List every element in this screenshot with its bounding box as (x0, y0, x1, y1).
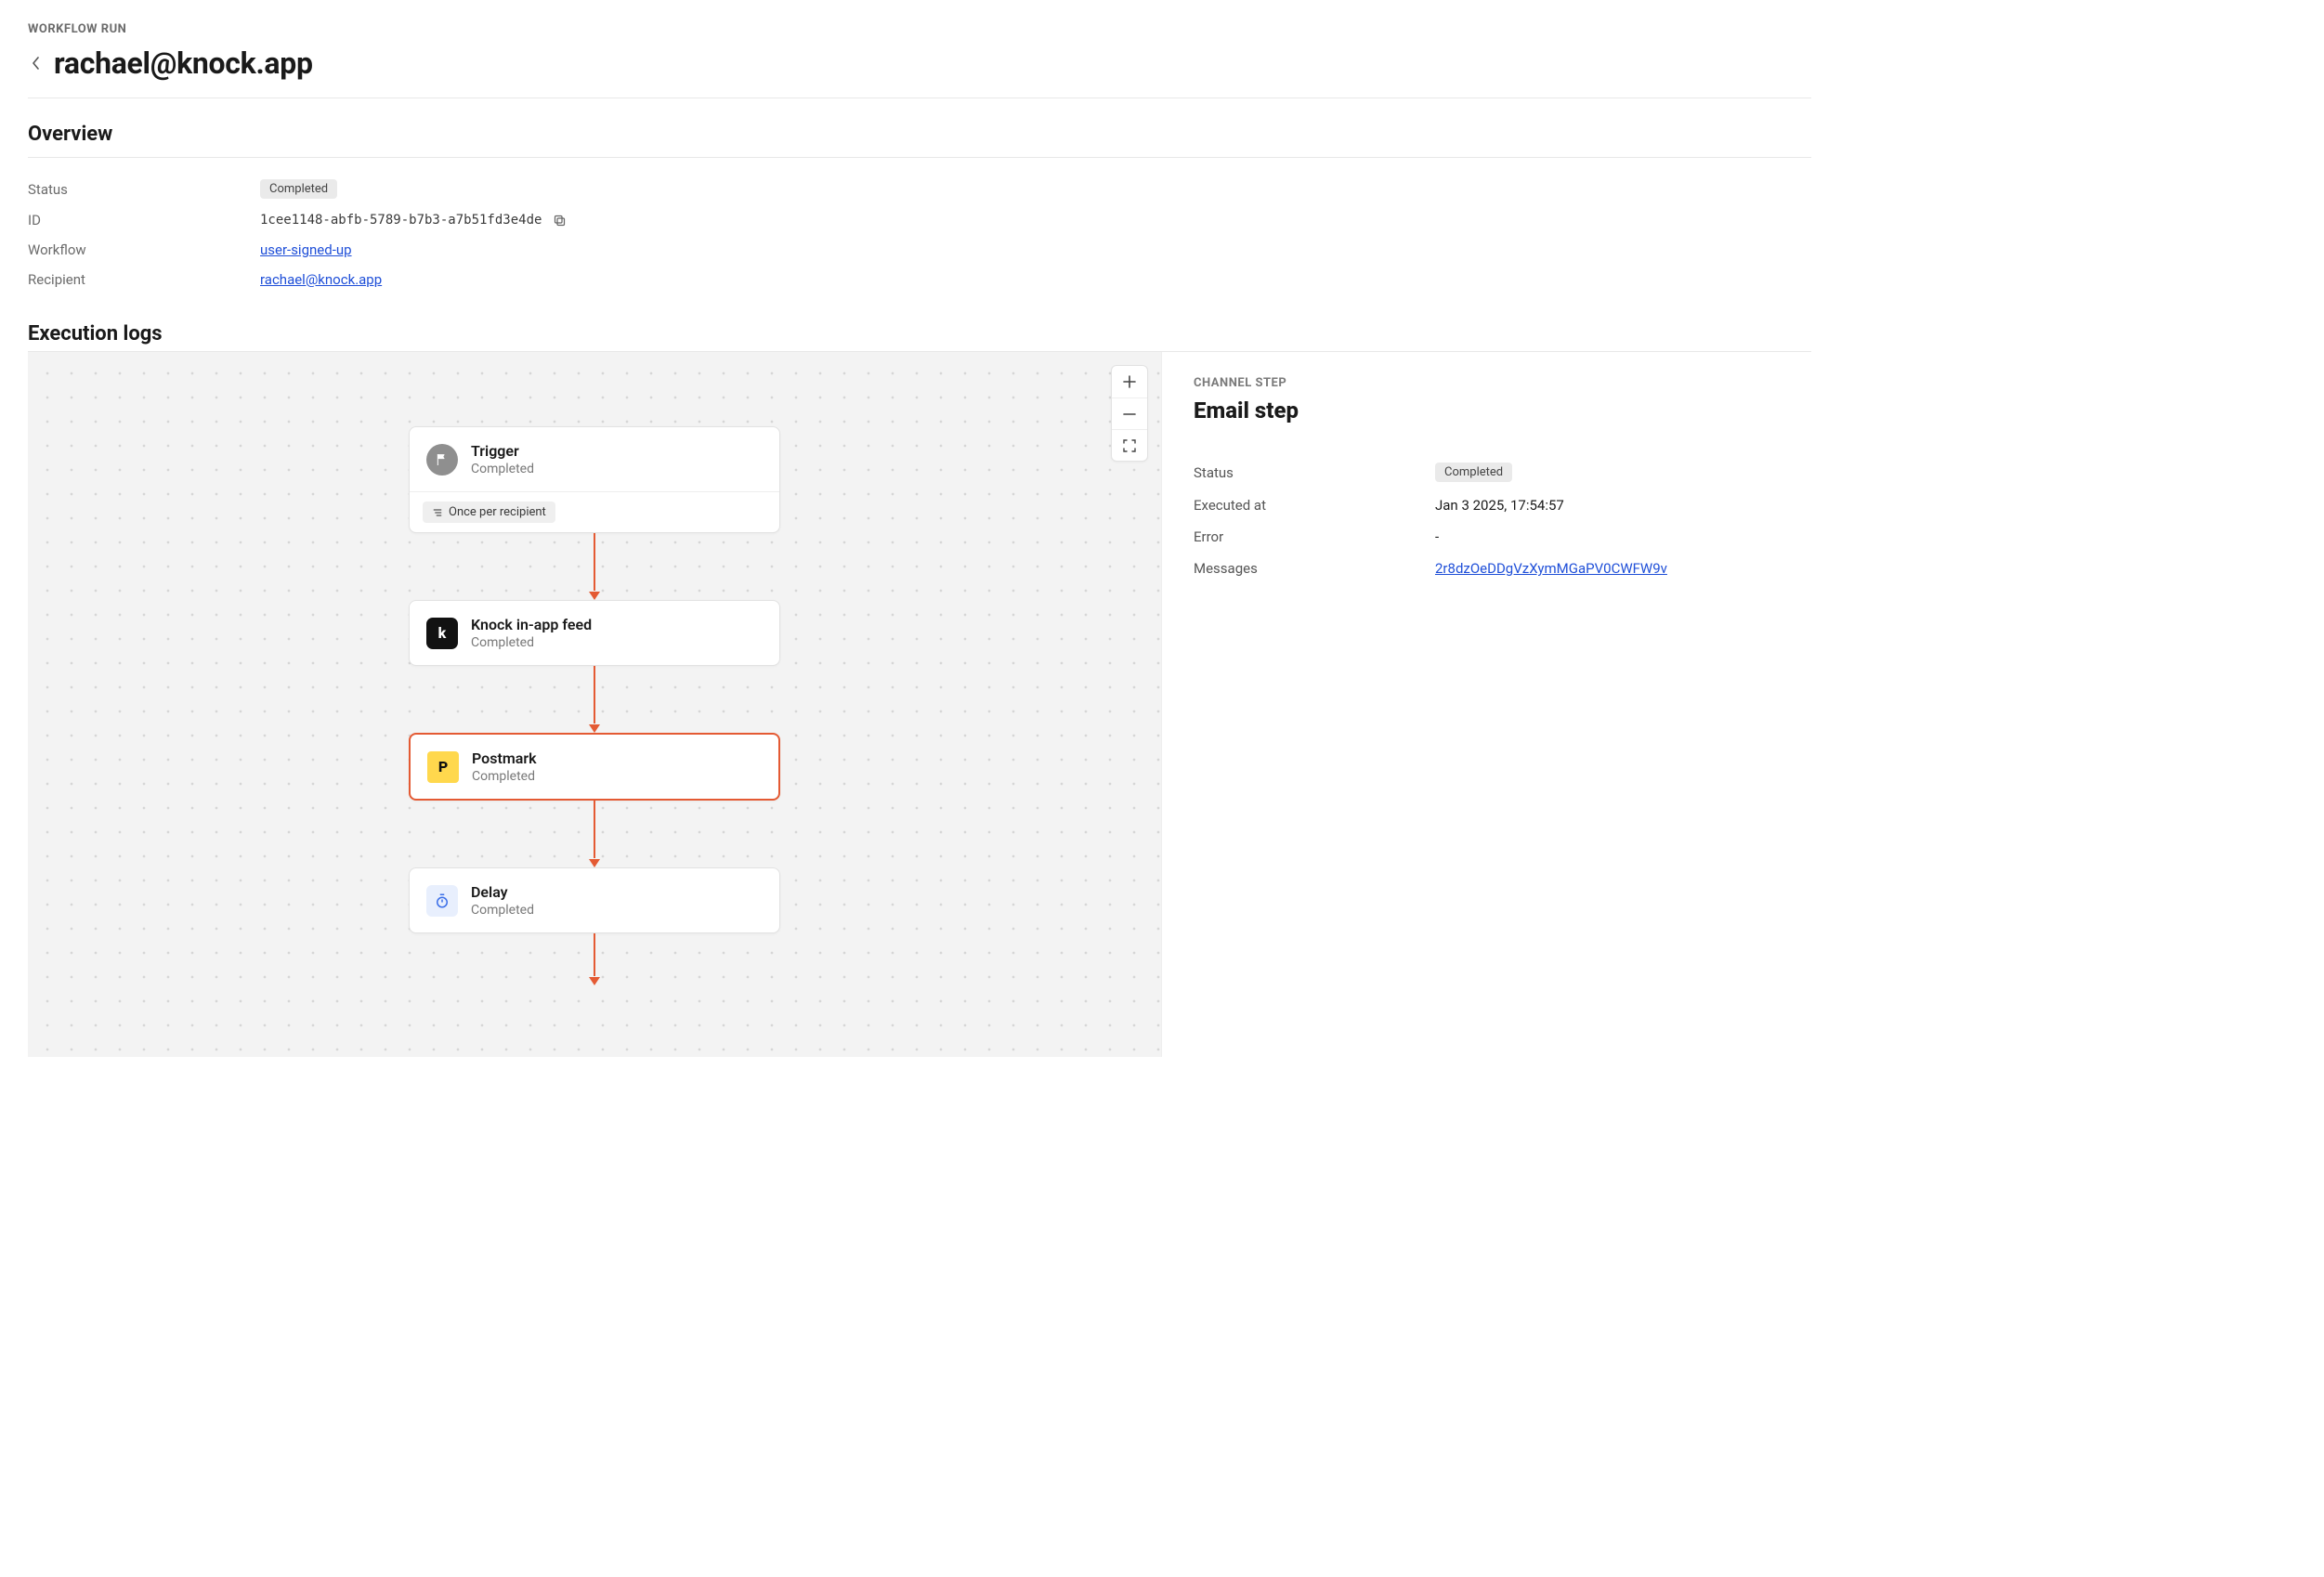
node-title: Knock in-app feed (471, 616, 592, 633)
copy-id-button[interactable] (551, 212, 568, 228)
connector (594, 801, 595, 867)
connector (594, 533, 595, 600)
node-subtitle: Completed (471, 903, 534, 918)
zoom-fit-button[interactable] (1112, 429, 1147, 461)
flag-icon (426, 444, 458, 476)
list-icon (432, 507, 443, 518)
workflow-link[interactable]: user-signed-up (260, 241, 352, 258)
knock-icon: k (426, 618, 458, 649)
expand-icon (1123, 439, 1136, 452)
node-subtitle: Completed (472, 769, 537, 784)
breadcrumb-eyebrow: WORKFLOW RUN (28, 22, 1811, 36)
side-error-label: Error (1194, 528, 1435, 545)
message-link[interactable]: 2r8dzOeDDgVzXymMGaPV0CWFW9v (1435, 560, 1667, 577)
copy-icon (553, 214, 567, 228)
flow-column: Trigger Completed Once per recipient (409, 426, 780, 985)
connector (594, 933, 595, 985)
overview-heading: Overview (28, 123, 1811, 158)
overview-table: Status Completed ID 1cee1148-abfb-5789-b… (28, 173, 1811, 294)
minus-icon (1123, 408, 1136, 421)
side-status-badge: Completed (1435, 463, 1512, 482)
status-badge: Completed (260, 179, 337, 199)
overview-workflow-label: Workflow (28, 241, 260, 258)
chip-once-per-recipient: Once per recipient (423, 502, 555, 523)
side-executed-value: Jan 3 2025, 17:54:57 (1435, 497, 1564, 514)
flow-canvas[interactable]: Trigger Completed Once per recipient (28, 352, 1161, 1057)
overview-id-value: 1cee1148-abfb-5789-b7b3-a7b51fd3e4de (260, 213, 542, 228)
side-status-label: Status (1194, 464, 1435, 481)
side-panel: CHANNEL STEP Email step Status Completed… (1161, 352, 1811, 1057)
side-panel-title: Email step (1194, 398, 1780, 424)
page-title: rachael@knock.app (54, 46, 313, 81)
stopwatch-icon (426, 885, 458, 917)
side-error-value: - (1435, 528, 1439, 545)
side-panel-table: Status Completed Executed at Jan 3 2025,… (1194, 455, 1780, 584)
flow-node-trigger[interactable]: Trigger Completed Once per recipient (409, 426, 780, 533)
flow-node-delay[interactable]: Delay Completed (409, 867, 780, 933)
zoom-controls (1111, 365, 1148, 462)
node-title: Trigger (471, 442, 534, 460)
node-title: Postmark (472, 749, 537, 767)
side-messages-label: Messages (1194, 560, 1435, 577)
node-subtitle: Completed (471, 462, 534, 476)
zoom-out-button[interactable] (1112, 398, 1147, 429)
zoom-in-button[interactable] (1112, 366, 1147, 398)
plus-icon (1123, 375, 1136, 388)
flow-node-inapp[interactable]: k Knock in-app feed Completed (409, 600, 780, 666)
title-row: rachael@knock.app (28, 46, 1811, 98)
back-button[interactable] (28, 55, 45, 72)
overview-status-label: Status (28, 181, 260, 198)
overview-recipient-label: Recipient (28, 271, 260, 288)
execution-logs-heading: Execution logs (28, 322, 1811, 351)
connector (594, 666, 595, 733)
side-panel-eyebrow: CHANNEL STEP (1194, 376, 1780, 390)
flow-node-postmark[interactable]: P Postmark Completed (409, 733, 780, 801)
side-executed-label: Executed at (1194, 497, 1435, 514)
chip-label: Once per recipient (449, 505, 546, 519)
chevron-left-icon (31, 57, 42, 70)
node-title: Delay (471, 883, 534, 901)
recipient-link[interactable]: rachael@knock.app (260, 271, 382, 288)
postmark-icon: P (427, 751, 459, 783)
node-subtitle: Completed (471, 635, 592, 650)
overview-id-label: ID (28, 212, 260, 228)
